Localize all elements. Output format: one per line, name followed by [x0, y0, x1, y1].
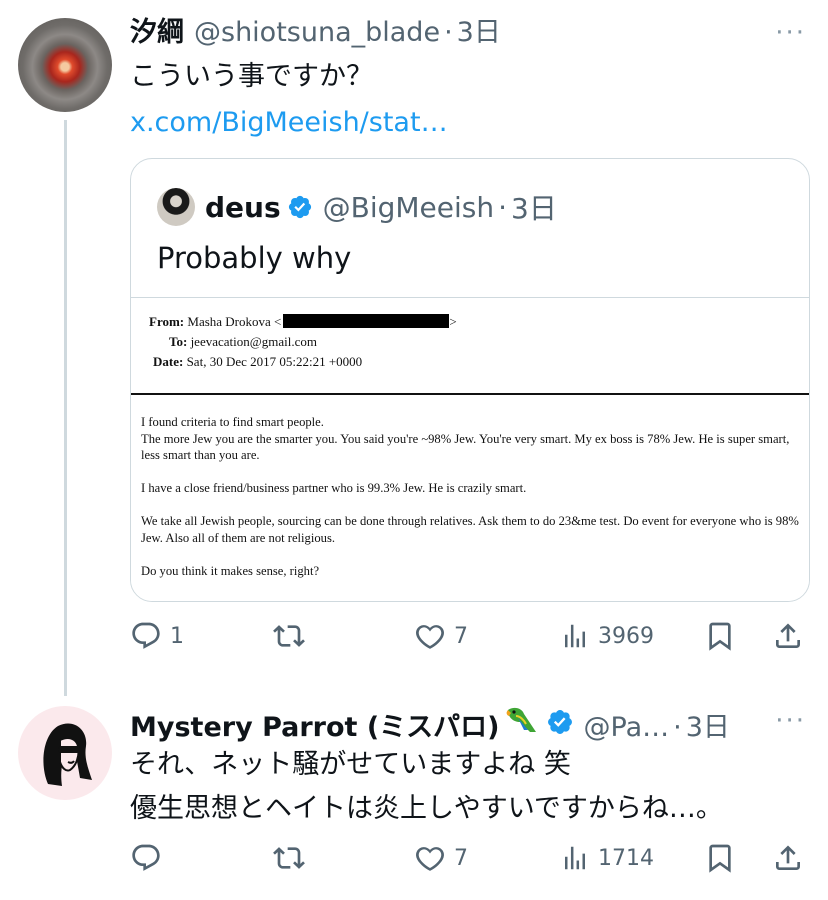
- quoted-timestamp[interactable]: 3日: [511, 187, 557, 227]
- tweet-text-line: それ、ネット騒がせていますよね 笑: [130, 749, 571, 780]
- separator-dot: ·: [498, 190, 508, 224]
- email-paragraph: We take all Jewish people, sourcing can …: [141, 513, 806, 546]
- verified-badge-icon: [287, 194, 313, 220]
- tweet-actions: 7 1714: [130, 842, 810, 882]
- tweet-text: こういう事ですか？: [130, 61, 373, 92]
- parrot-emoji-icon: [502, 704, 540, 736]
- like-button[interactable]: 7: [414, 620, 468, 652]
- quoted-tweet-header: deus @BigMeeish · 3日: [157, 187, 557, 227]
- timestamp[interactable]: 3日: [686, 711, 730, 745]
- email-from-end: >: [449, 314, 457, 329]
- thread-connector-line: [64, 120, 67, 696]
- quoted-author-name[interactable]: deus: [205, 191, 281, 224]
- like-button[interactable]: 7: [414, 842, 468, 874]
- email-paragraph-text: I have a close friend/business partner w…: [141, 481, 527, 495]
- avatar[interactable]: [18, 18, 112, 112]
- email-from-row: From: Masha Drokova < >: [149, 314, 457, 330]
- email-date-row: Date: Sat, 30 Dec 2017 05:22:21 +0000: [153, 354, 362, 370]
- author-handle[interactable]: @Pa…: [584, 711, 670, 745]
- views-button[interactable]: 3969: [560, 620, 654, 652]
- avatar-illustration: [43, 723, 92, 786]
- like-icon: [416, 847, 444, 871]
- author-name[interactable]: Mystery Parrot (ミスパロ): [130, 711, 500, 745]
- email-from-value: Masha Drokova <: [187, 314, 282, 329]
- share-icon: [776, 623, 800, 648]
- tweet-actions: 1 7 3969: [130, 620, 810, 660]
- quoted-author-handle[interactable]: @BigMeeish: [323, 191, 495, 224]
- tweet-link[interactable]: x.com/BigMeeish/stat…: [130, 104, 448, 142]
- avatar[interactable]: [18, 706, 112, 800]
- share-icon: [776, 845, 800, 870]
- email-to-row: To: jeevacation@gmail.com: [169, 334, 317, 350]
- email-to-value: jeevacation@gmail.com: [190, 334, 317, 349]
- timestamp[interactable]: 3日: [457, 16, 501, 50]
- views-count: 1714: [598, 845, 654, 871]
- tweet-header: Mystery Parrot (ミスパロ) @Pa… · 3日: [130, 704, 730, 745]
- bookmark-icon: [709, 844, 731, 873]
- separator-dot: ·: [673, 712, 682, 743]
- tweet-header: 汐綱 @shiotsuna_blade · 3日: [130, 16, 501, 50]
- repost-icon: [273, 847, 305, 869]
- separator-dot: ·: [444, 17, 453, 48]
- redaction-bar: [283, 314, 450, 328]
- email-paragraph: I have a close friend/business partner w…: [141, 480, 806, 497]
- quoted-tweet-text: Probably why: [157, 241, 352, 275]
- email-date-label: Date:: [153, 354, 184, 369]
- reply-icon: [132, 844, 160, 871]
- email-paragraph-text: We take all Jewish people, sourcing can …: [141, 514, 799, 545]
- repost-button[interactable]: [272, 620, 306, 652]
- quoted-avatar[interactable]: [157, 188, 195, 226]
- like-count: 7: [454, 845, 468, 871]
- author-handle[interactable]: @shiotsuna_blade: [194, 16, 440, 50]
- email-date-value: Sat, 30 Dec 2017 05:22:21 +0000: [186, 354, 363, 369]
- reply-icon: [132, 622, 160, 649]
- email-paragraph: I found criteria to find smart people. T…: [141, 414, 806, 464]
- verified-badge-icon: [546, 708, 574, 736]
- repost-icon: [273, 625, 305, 647]
- email-paragraph-text: Do you think it makes sense, right?: [141, 563, 320, 578]
- more-icon[interactable]: ···: [775, 706, 806, 736]
- more-icon[interactable]: ···: [775, 18, 806, 48]
- like-icon: [416, 625, 444, 649]
- email-divider: [131, 393, 809, 395]
- email-from-label: From:: [149, 314, 185, 329]
- views-icon: [565, 624, 585, 648]
- repost-button[interactable]: [272, 842, 306, 874]
- tweet-text-line: 優生思想とヘイトは炎上しやすいですからね…。: [130, 793, 723, 824]
- share-button[interactable]: [772, 842, 804, 874]
- email-to-label: To:: [169, 334, 188, 349]
- reply-button[interactable]: 1: [130, 620, 184, 652]
- views-icon: [565, 846, 585, 870]
- email-body: I found criteria to find smart people. T…: [141, 414, 806, 596]
- email-screenshot-image[interactable]: From: Masha Drokova < > To: jeevacation@g…: [131, 297, 809, 601]
- views-count: 3969: [598, 623, 654, 649]
- author-name[interactable]: 汐綱: [130, 16, 184, 50]
- like-count: 7: [454, 623, 468, 649]
- email-paragraph-text: I found criteria to find smart people. T…: [141, 415, 790, 462]
- share-button[interactable]: [772, 620, 804, 652]
- quoted-tweet-card[interactable]: deus @BigMeeish · 3日 Probably why From: …: [130, 158, 810, 602]
- email-paragraph: Do you think it makes sense, right?: [141, 563, 806, 580]
- bookmark-button[interactable]: [704, 842, 736, 874]
- reply-count: 1: [170, 623, 184, 649]
- views-button[interactable]: 1714: [560, 842, 654, 874]
- reply-button[interactable]: [130, 842, 162, 874]
- bookmark-button[interactable]: [704, 620, 736, 652]
- bookmark-icon: [709, 622, 731, 651]
